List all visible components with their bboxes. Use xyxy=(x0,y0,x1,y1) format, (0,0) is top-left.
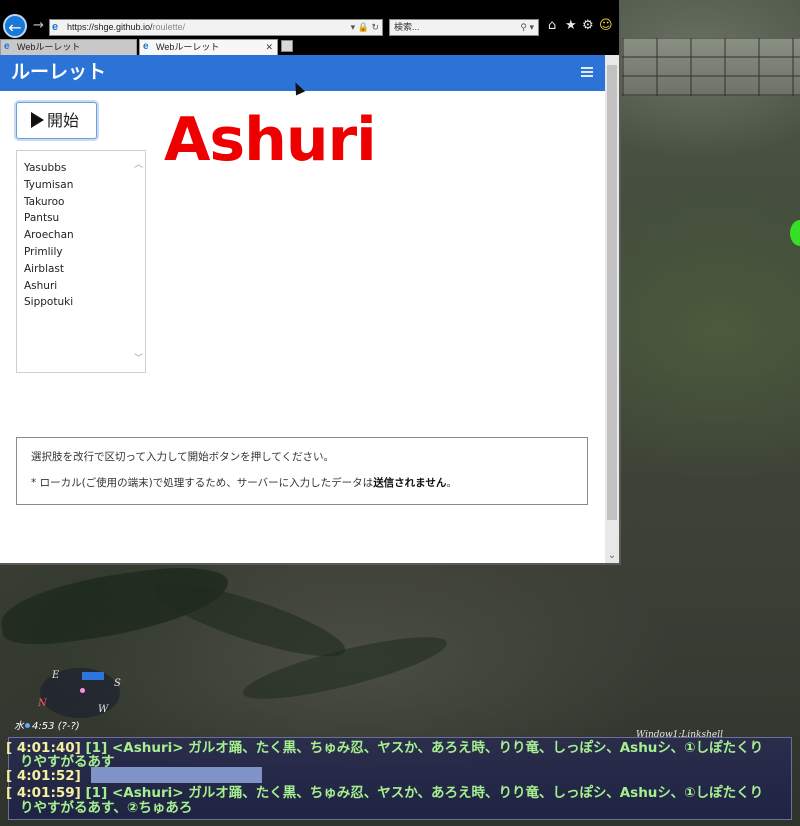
choice-item: Airblast xyxy=(24,262,65,275)
chat-line: [ 4:01:40] [1] <Ashuri> ガルオ踊、たく黒、ちゅみ忍、ヤス… xyxy=(6,740,763,756)
home-icon[interactable]: ⌂ xyxy=(548,18,556,34)
info-privacy-end: 。 xyxy=(446,477,457,489)
ie-icon: e xyxy=(52,21,59,33)
info-privacy-emphasis: 送信されません xyxy=(373,477,447,489)
choice-item: Takuroo xyxy=(24,195,65,208)
browser-window: ← → e https://shge.github.io/roulette/ ▾ … xyxy=(0,0,621,565)
info-privacy-text: * ローカル(ご使用の端末)で処理するため、サーバーに入力したデータは xyxy=(31,477,374,489)
info-privacy-note: * ローカル(ご使用の端末)で処理するため、サーバーに入力したデータは送信されま… xyxy=(31,476,587,490)
stone-wall xyxy=(622,38,800,96)
choice-item: Aroechan xyxy=(24,229,74,242)
tab-roulette-1[interactable]: e Webルーレット xyxy=(0,39,137,55)
info-box: 選択肢を改行で区切って入力して開始ボタンを押してください。 * ローカル(ご使用… xyxy=(16,437,588,505)
new-tab-button[interactable] xyxy=(281,40,293,52)
game-clock: 水 4:53 (?-?) xyxy=(14,717,80,732)
choice-item: Tyumisan xyxy=(24,178,74,191)
tab-label: Webルーレット xyxy=(17,42,81,52)
compass-west: W xyxy=(98,704,109,715)
browser-toolbar: ← → e https://shge.github.io/roulette/ ▾ … xyxy=(0,0,619,38)
chat-text: りやすがるあす、②ちゅあろ xyxy=(20,800,193,816)
chat-timestamp: [ 4:01:59] xyxy=(6,785,81,801)
chat-text: [1] <Ashuri> ガルオ踊、たく黒、ちゅみ忍、ヤスか、あろえ時、りり竜、… xyxy=(80,740,764,756)
choice-item: Ashuri xyxy=(24,279,58,292)
compass-north: N xyxy=(38,698,47,709)
scrollbar-thumb[interactable] xyxy=(607,65,617,520)
hamburger-icon[interactable] xyxy=(581,67,593,77)
star-icon[interactable]: ★ xyxy=(565,18,577,34)
compass-east: E xyxy=(52,670,60,681)
clock-time: 4:53 (?-?) xyxy=(32,721,80,732)
play-icon xyxy=(31,112,44,128)
choice-item: Pantsu xyxy=(24,212,60,225)
ie-icon: e xyxy=(4,41,10,52)
chat-text: [1] <Ashuri> ガルオ踊、たく黒、ちゅみ忍、ヤスか、あろえ時、りり竜、… xyxy=(80,785,764,801)
moon-icon xyxy=(25,723,30,728)
redacted-bar xyxy=(91,767,262,783)
url-path: roulette/ xyxy=(152,22,186,32)
choice-item: Yasubbs xyxy=(24,162,67,174)
tab-roulette-2[interactable]: e Webルーレット ✕ xyxy=(139,39,278,55)
roulette-result: Ashuri xyxy=(164,105,377,175)
choice-item: Primlily xyxy=(24,245,63,258)
choices-textarea[interactable]: Yasubbs Tyumisan Takuroo Pantsu Aroechan Prim… xyxy=(16,150,146,373)
choices-list: Yasubbs Tyumisan Takuroo Pantsu Aroechan Prim… xyxy=(17,151,145,311)
scroll-down-icon[interactable]: ﹀ xyxy=(134,351,143,364)
dropdown-icon[interactable]: ▾ xyxy=(351,22,356,32)
scroll-up-icon[interactable]: ︿ xyxy=(134,157,143,170)
forward-button[interactable]: → xyxy=(33,18,44,33)
compass-south: S xyxy=(114,678,121,689)
chat-line: [ 4:01:52] xyxy=(6,768,81,784)
chat-line: [ 4:01:59] [1] <Ashuri> ガルオ踊、たく黒、ちゅみ忍、ヤス… xyxy=(6,785,763,801)
address-bar[interactable]: e https://shge.github.io/roulette/ ▾ 🔒 ↻ xyxy=(49,19,383,36)
search-icon[interactable]: ⚲ ▾ xyxy=(520,20,534,35)
refresh-icon[interactable]: ↻ xyxy=(371,22,379,32)
gear-icon[interactable]: ⚙ xyxy=(582,18,594,34)
smiley-icon[interactable]: ☺ xyxy=(599,18,613,34)
clock-day: 水 xyxy=(14,721,24,732)
app-brand[interactable]: ルーレット xyxy=(11,61,106,85)
region-marker-icon xyxy=(82,672,104,680)
chat-line: りやすがるあす、②ちゅあろ xyxy=(20,800,192,816)
start-button[interactable]: 開始 xyxy=(16,102,97,139)
address-controls: ▾ 🔒 ↻ xyxy=(351,20,379,35)
tab-label: Webルーレット xyxy=(156,42,220,52)
info-instructions: 選択肢を改行で区切って入力して開始ボタンを押してください。 xyxy=(31,451,335,463)
arrow-left-icon: ← xyxy=(8,18,22,37)
lock-icon[interactable]: 🔒 xyxy=(358,22,369,32)
chat-timestamp: [ 4:01:52] xyxy=(6,768,81,784)
arrow-right-icon: → xyxy=(33,18,44,33)
close-icon[interactable]: ✕ xyxy=(265,40,273,55)
start-button-label: 開始 xyxy=(47,111,80,130)
tab-strip: e Webルーレット e Webルーレット ✕ xyxy=(0,38,619,55)
choice-item: Sippotuki xyxy=(24,296,74,309)
ie-icon: e xyxy=(143,41,149,52)
url-host: https://shge.github.io/ xyxy=(67,22,153,32)
search-input[interactable]: 検索... ⚲ ▾ xyxy=(389,19,539,36)
chevron-down-icon[interactable]: ⌄ xyxy=(605,550,619,561)
player-marker-icon xyxy=(80,688,85,693)
back-button[interactable]: ← xyxy=(3,14,27,38)
compass-minimap: E S N W xyxy=(38,668,121,718)
search-placeholder: 検索... xyxy=(394,22,420,32)
page-scrollbar[interactable]: ⌄ xyxy=(605,55,619,563)
